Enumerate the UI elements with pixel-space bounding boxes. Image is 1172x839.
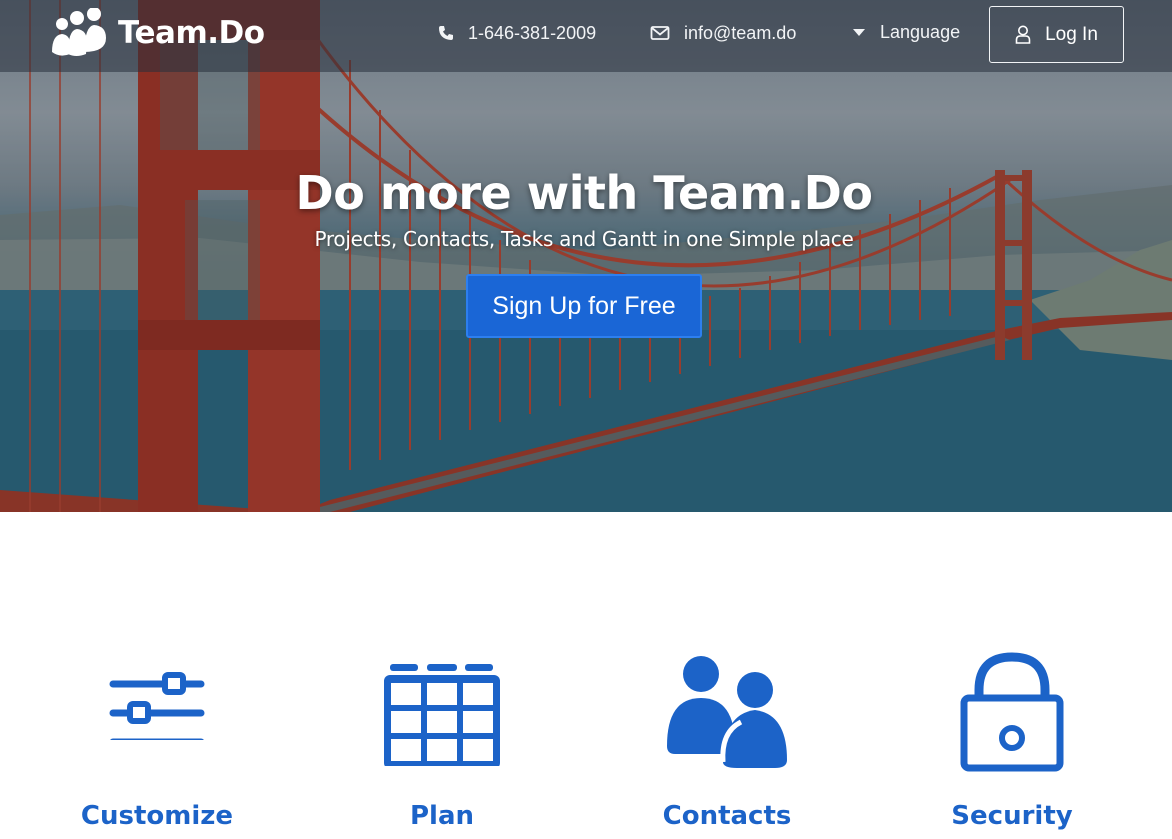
feature-contacts[interactable]: Contacts <box>607 650 847 831</box>
hero-overlay <box>0 0 1172 512</box>
sliders-icon <box>109 672 205 740</box>
brand-logo[interactable]: Team.Do <box>48 8 265 58</box>
lock-icon <box>960 652 1064 772</box>
brand-name: Team.Do <box>118 15 265 51</box>
language-dropdown[interactable]: Language <box>852 19 960 45</box>
phone-icon <box>439 26 453 40</box>
login-button[interactable]: Log In <box>989 6 1124 63</box>
envelope-icon <box>650 26 670 40</box>
feature-plan[interactable]: Plan <box>322 650 562 831</box>
feature-label: Plan <box>409 801 475 831</box>
team-logo-icon <box>52 8 106 56</box>
email-address: info@team.do <box>684 22 797 43</box>
login-label: Log In <box>1045 23 1098 45</box>
hero-title: Do more with Team.Do <box>295 166 873 220</box>
feature-label: Contacts <box>662 801 792 831</box>
hero-banner <box>0 0 1172 512</box>
phone-link[interactable]: 1-646-381-2009 <box>438 20 596 46</box>
feature-label: Customize <box>80 801 234 831</box>
email-link[interactable]: info@team.do <box>650 20 796 46</box>
caret-down-icon <box>853 29 865 36</box>
language-label: Language <box>880 21 961 42</box>
calendar-grid-icon <box>384 664 500 766</box>
feature-label: Security <box>951 801 1073 831</box>
users-icon <box>667 656 787 768</box>
user-icon <box>1015 25 1031 44</box>
feature-customize[interactable]: Customize <box>37 650 277 831</box>
top-navbar: Team.Do 1-646-381-2009 info@team.do Lang… <box>0 0 1172 72</box>
signup-button[interactable]: Sign Up for Free <box>466 274 702 338</box>
hero-subtitle: Projects, Contacts, Tasks and Gantt in o… <box>314 227 854 251</box>
feature-security[interactable]: Security <box>892 650 1132 831</box>
phone-number: 1-646-381-2009 <box>468 22 597 43</box>
